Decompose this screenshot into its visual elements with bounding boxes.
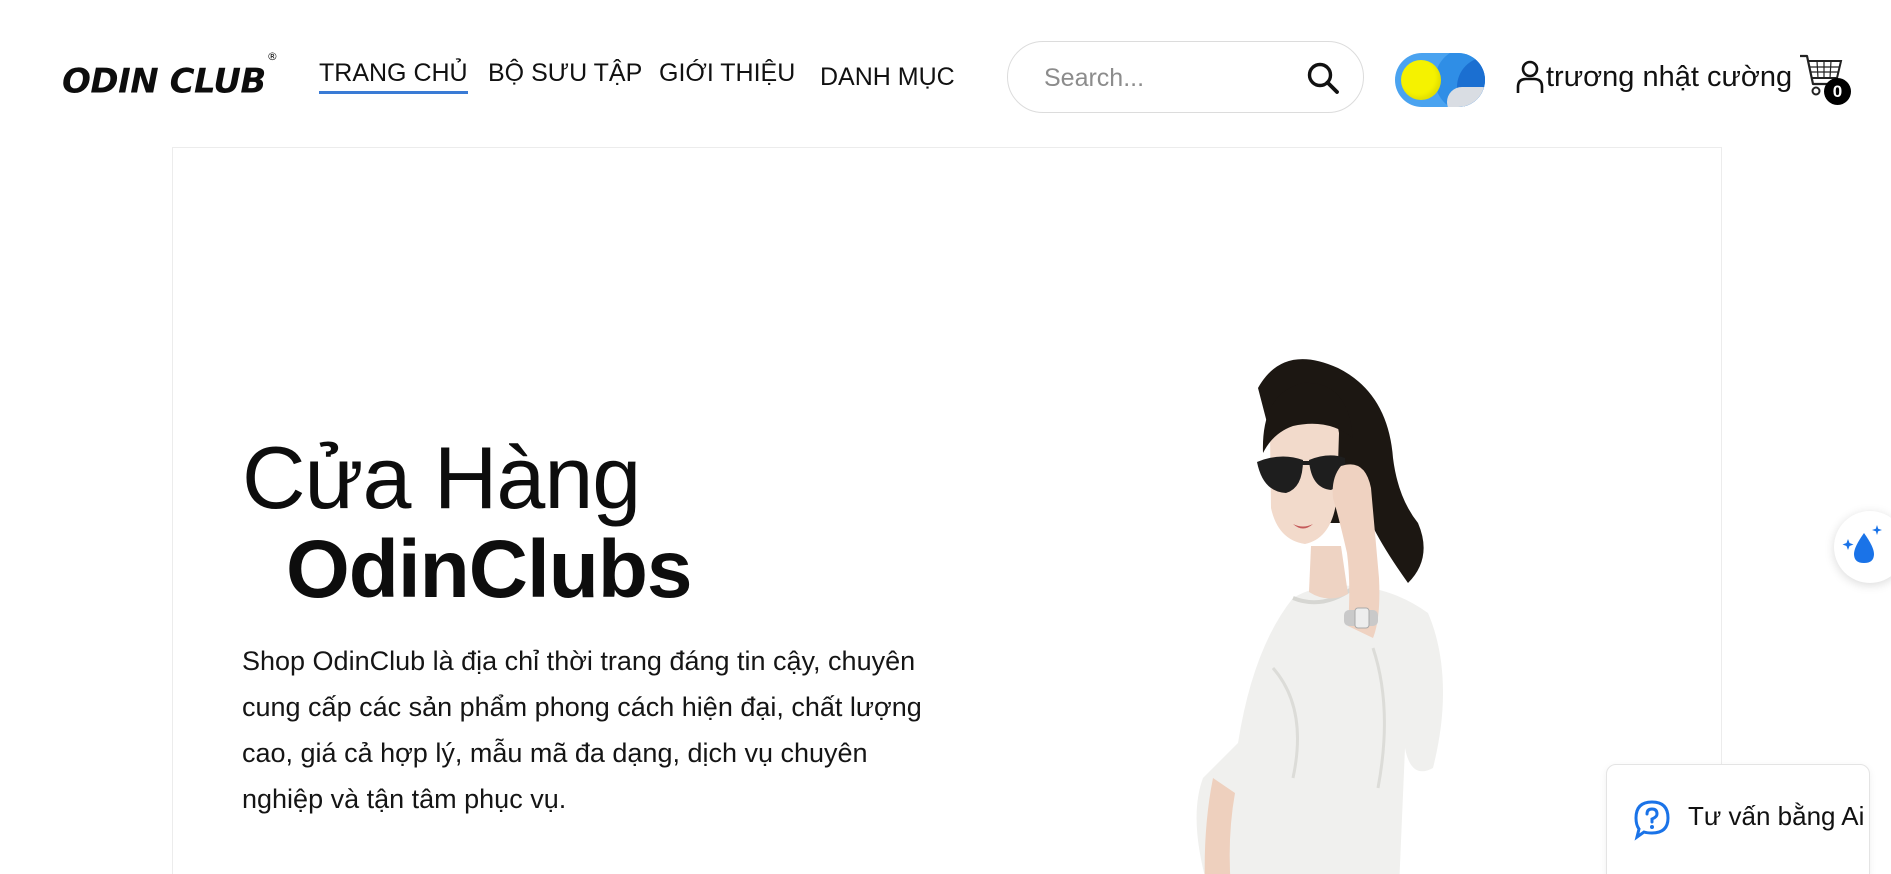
brand-logo[interactable]: ODIN CLUB® — [62, 50, 278, 106]
search-input[interactable] — [1044, 60, 1294, 96]
nav-item-home[interactable]: TRANG CHỦ — [319, 58, 468, 94]
user-account[interactable]: trương nhật cường — [1516, 55, 1792, 99]
search-icon[interactable] — [1305, 60, 1341, 96]
cart-count-badge: 0 — [1824, 78, 1851, 105]
theme-toggle[interactable] — [1395, 53, 1485, 107]
trademark-symbol: ® — [266, 50, 278, 63]
user-icon — [1516, 60, 1544, 93]
fashion-model-image — [1196, 359, 1443, 874]
nav-item-about[interactable]: GIỚI THIỆU — [659, 58, 795, 88]
user-name: trương nhật cường — [1546, 60, 1793, 93]
cloud-icon — [1447, 87, 1485, 107]
hero-banner: Cửa Hàng OdinClubs Shop OdinClub là địa … — [172, 147, 1722, 874]
ai-assistant-fab[interactable] — [1834, 511, 1891, 583]
sparkle-droplet-icon — [1842, 525, 1882, 563]
cart-button[interactable]: 0 — [1798, 50, 1852, 112]
search-box — [1007, 41, 1364, 113]
site-header: ODIN CLUB® TRANG CHỦ BỘ SƯU TẬP GIỚI THI… — [0, 0, 1891, 148]
sun-icon — [1401, 60, 1441, 100]
nav-item-collection[interactable]: BỘ SƯU TẬP — [488, 58, 642, 88]
hero-title-line2: OdinClubs — [286, 524, 693, 615]
hero-title-line1: Cửa Hàng — [242, 428, 641, 527]
brand-name: ODIN CLUB — [62, 61, 266, 102]
nav-item-category[interactable]: DANH MỤC — [820, 62, 955, 92]
hero-description: Shop OdinClub là địa chỉ thời trang đáng… — [242, 646, 922, 814]
ai-consult-label: Tư vấn bằng Ai — [1688, 801, 1865, 831]
ai-consult-widget[interactable]: Tư vấn bằng Ai — [1606, 764, 1870, 874]
chat-question-icon — [1634, 800, 1670, 841]
